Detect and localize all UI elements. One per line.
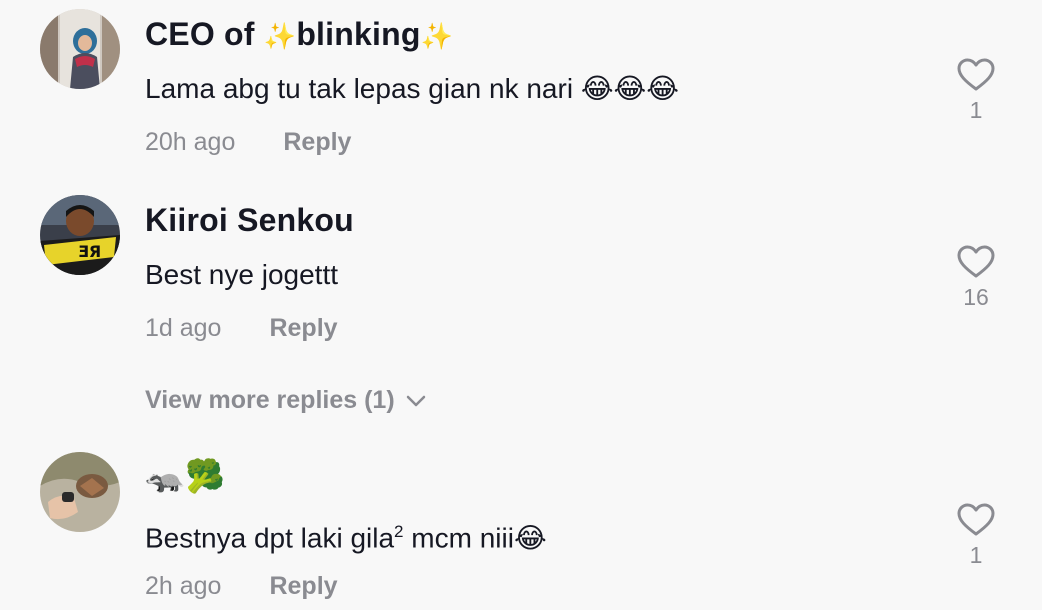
like-button[interactable]: 1 (950, 503, 1002, 569)
comment-meta: 20h ago Reply (145, 126, 351, 158)
like-button[interactable]: 1 (950, 58, 1002, 124)
svg-text:ƎЯ: ƎЯ (78, 242, 101, 261)
username[interactable]: Kiiroi Senkou (145, 200, 354, 240)
avatar-girl-hijab-icon (40, 9, 120, 89)
like-count: 1 (969, 97, 983, 123)
heart-outline-icon (957, 503, 995, 536)
avatar[interactable]: ƎЯ (40, 195, 120, 275)
heart-outline-icon (957, 245, 995, 278)
chevron-down-icon (406, 396, 425, 407)
like-count: 1 (969, 542, 983, 568)
comment-time: 2h ago (145, 572, 222, 600)
avatar[interactable] (40, 9, 120, 89)
comment-meta: 1d ago Reply (145, 312, 338, 344)
like-button[interactable]: 16 (950, 245, 1002, 311)
sparkles-icon: ✨ (263, 21, 297, 51)
reply-button[interactable]: Reply (283, 126, 351, 158)
sparkles-icon: ✨ (420, 21, 454, 51)
heart-outline-icon (957, 58, 995, 91)
avatar-man-yellow-scarf-icon: ƎЯ (40, 195, 120, 275)
reply-button[interactable]: Reply (269, 312, 337, 344)
avatar[interactable] (40, 452, 120, 532)
like-count: 16 (963, 284, 989, 310)
comment-text: Best nye jogettt (145, 259, 339, 290)
reply-button[interactable]: Reply (269, 570, 337, 602)
username[interactable]: CEO of ✨blinking✨ (145, 14, 453, 56)
comment-text: Bestnya dpt laki gila2 mcm niii😂 (145, 522, 547, 554)
username[interactable]: 🦡🥦 (145, 456, 225, 496)
comment-meta: 2h ago Reply (145, 570, 338, 602)
comment-time: 20h ago (145, 128, 236, 156)
view-more-replies-button[interactable]: View more replies (1) (145, 384, 427, 416)
comment-time: 1d ago (145, 314, 222, 342)
avatar-hand-rock-icon (40, 452, 120, 532)
view-more-replies-label: View more replies (1) (145, 386, 395, 414)
comment-text: Lama abg tu tak lepas gian nk nari 😂😂😂 (145, 73, 679, 104)
